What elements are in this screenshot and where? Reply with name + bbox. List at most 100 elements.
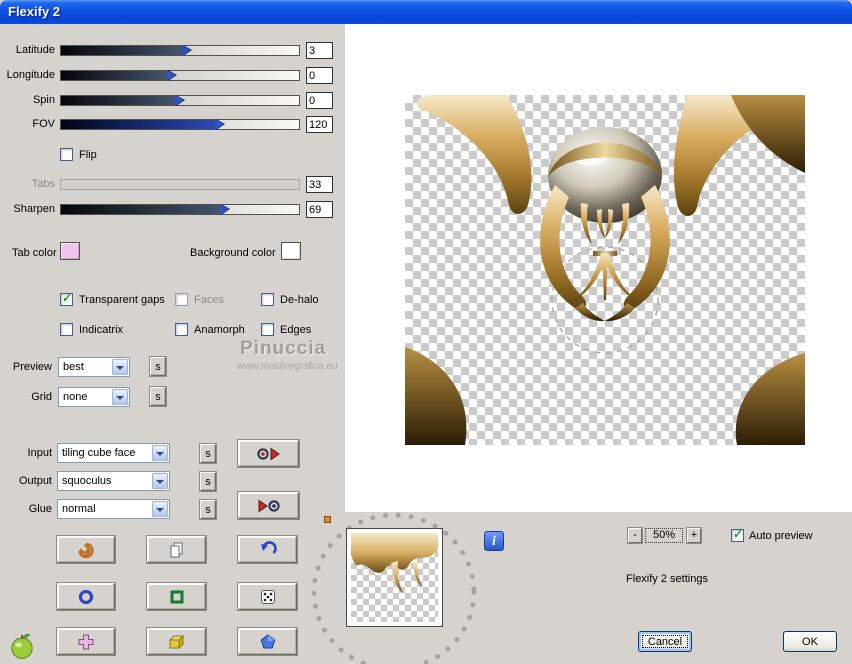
rendered-image: [405, 95, 805, 445]
play-record-icon: [256, 497, 282, 515]
input-record-play-button[interactable]: [238, 440, 299, 467]
green-square-icon: [167, 587, 187, 607]
copy-settings-button[interactable]: [147, 536, 206, 563]
input-shuffle-button[interactable]: s: [200, 444, 216, 463]
longitude-slider-fill: [61, 71, 170, 80]
input-label: Input: [0, 447, 52, 460]
fov-slider-thumb[interactable]: [215, 119, 224, 130]
auto-preview-checkbox[interactable]: [731, 529, 744, 542]
latitude-label: Latitude: [0, 44, 55, 57]
output-label: Output: [0, 475, 52, 488]
input-select[interactable]: tiling cube face: [57, 443, 170, 463]
ring-icon: [76, 587, 96, 607]
tabs-slider: [60, 179, 300, 190]
flip-checkbox[interactable]: [60, 148, 73, 161]
anamorph-checkbox[interactable]: [175, 323, 188, 336]
glue-shuffle-button[interactable]: s: [200, 500, 216, 519]
settings-caption: Flexify 2 settings: [600, 573, 734, 585]
faces-checkbox: [175, 293, 188, 306]
spin-value-input[interactable]: [306, 92, 333, 109]
grid-select[interactable]: none: [58, 387, 130, 407]
auto-preview-label: Auto preview: [749, 530, 813, 543]
shell-preset-button[interactable]: [57, 536, 115, 563]
input-select-arrow-button[interactable]: [152, 445, 168, 461]
plus-cross-icon: [76, 632, 96, 652]
glue-select-arrow-button[interactable]: [152, 501, 168, 517]
zoom-out-button[interactable]: -: [628, 528, 642, 543]
randomize-button[interactable]: [238, 583, 297, 610]
longitude-slider-thumb[interactable]: [167, 70, 176, 81]
window-title: Flexify 2: [8, 4, 60, 19]
record-play-icon: [256, 445, 282, 463]
output-select-arrow-button[interactable]: [152, 473, 168, 489]
chevron-down-icon: [156, 480, 164, 484]
glue-select[interactable]: normal: [57, 499, 170, 519]
preview-panel[interactable]: [345, 24, 852, 512]
spiral-icon: [76, 540, 96, 560]
cancel-button[interactable]: Cancel: [638, 631, 692, 652]
input-select-value: tiling cube face: [62, 447, 135, 459]
edges-label: Edges: [280, 324, 311, 337]
flaming-pear-logo-button[interactable]: [8, 630, 36, 660]
background-color-label: Background color: [190, 247, 276, 260]
longitude-slider[interactable]: [60, 70, 300, 81]
output-select[interactable]: squoculus: [57, 471, 170, 491]
sharpen-value-input[interactable]: [306, 201, 333, 218]
flip-label: Flip: [79, 149, 97, 162]
preview-shuffle-button[interactable]: s: [150, 357, 166, 376]
green-apple-icon: [8, 630, 36, 660]
cross-preset-button[interactable]: [57, 628, 115, 655]
sharpen-slider-thumb[interactable]: [220, 204, 229, 215]
edges-checkbox[interactable]: [261, 323, 274, 336]
longitude-value-input[interactable]: [306, 67, 333, 84]
ok-button[interactable]: OK: [783, 631, 837, 652]
info-button[interactable]: i: [484, 531, 504, 551]
preview-thumbnail[interactable]: [346, 528, 443, 627]
ring-handle[interactable]: [324, 516, 331, 523]
ring-preset-button[interactable]: [57, 583, 115, 610]
titlebar[interactable]: Flexify 2: [0, 0, 852, 24]
chevron-down-icon: [116, 366, 124, 370]
transparent-gaps-checkbox[interactable]: [60, 293, 73, 306]
spin-slider-thumb[interactable]: [175, 95, 184, 106]
fov-slider[interactable]: [60, 119, 300, 130]
latitude-slider-thumb[interactable]: [182, 45, 191, 56]
undo-button[interactable]: [238, 536, 297, 563]
cube-preset-button[interactable]: [147, 628, 206, 655]
watermark-text: Pinuccia: [240, 338, 326, 360]
grid-shuffle-button[interactable]: s: [150, 387, 166, 406]
dehalo-checkbox[interactable]: [261, 293, 274, 306]
zoom-in-button[interactable]: +: [687, 528, 701, 543]
preview-select-arrow-button[interactable]: [112, 359, 128, 375]
flexify-dialog: Flexify 2: [0, 0, 852, 664]
square-preset-button[interactable]: [147, 583, 206, 610]
preview-select[interactable]: best: [58, 357, 130, 377]
sharpen-slider[interactable]: [60, 204, 300, 215]
transparency-checkerboard: [405, 95, 805, 445]
indicatrix-checkbox[interactable]: [60, 323, 73, 336]
tabs-label: Tabs: [0, 178, 55, 191]
sharpen-slider-fill: [61, 205, 223, 214]
zoom-level[interactable]: 50%: [645, 528, 683, 543]
output-select-value: squoculus: [62, 475, 112, 487]
indicatrix-label: Indicatrix: [79, 324, 123, 337]
spin-slider-fill: [61, 96, 178, 105]
grid-select-arrow-button[interactable]: [112, 389, 128, 405]
preview-label: Preview: [0, 361, 52, 374]
tabs-value-input[interactable]: [306, 176, 333, 193]
yellow-cube-icon: [166, 632, 187, 652]
gem-preset-button[interactable]: [238, 628, 297, 655]
fov-value-input[interactable]: [306, 116, 333, 133]
tab-color-label: Tab color: [12, 247, 57, 260]
glue-select-value: normal: [62, 503, 96, 515]
output-shuffle-button[interactable]: s: [200, 472, 216, 491]
tab-color-swatch[interactable]: [60, 242, 80, 260]
chevron-down-icon: [156, 452, 164, 456]
latitude-slider[interactable]: [60, 45, 300, 56]
latitude-value-input[interactable]: [306, 42, 333, 59]
undo-arrow-icon: [258, 540, 278, 560]
grid-label: Grid: [0, 391, 52, 404]
spin-slider[interactable]: [60, 95, 300, 106]
background-color-swatch[interactable]: [281, 242, 301, 260]
glue-play-record-button[interactable]: [238, 492, 299, 519]
